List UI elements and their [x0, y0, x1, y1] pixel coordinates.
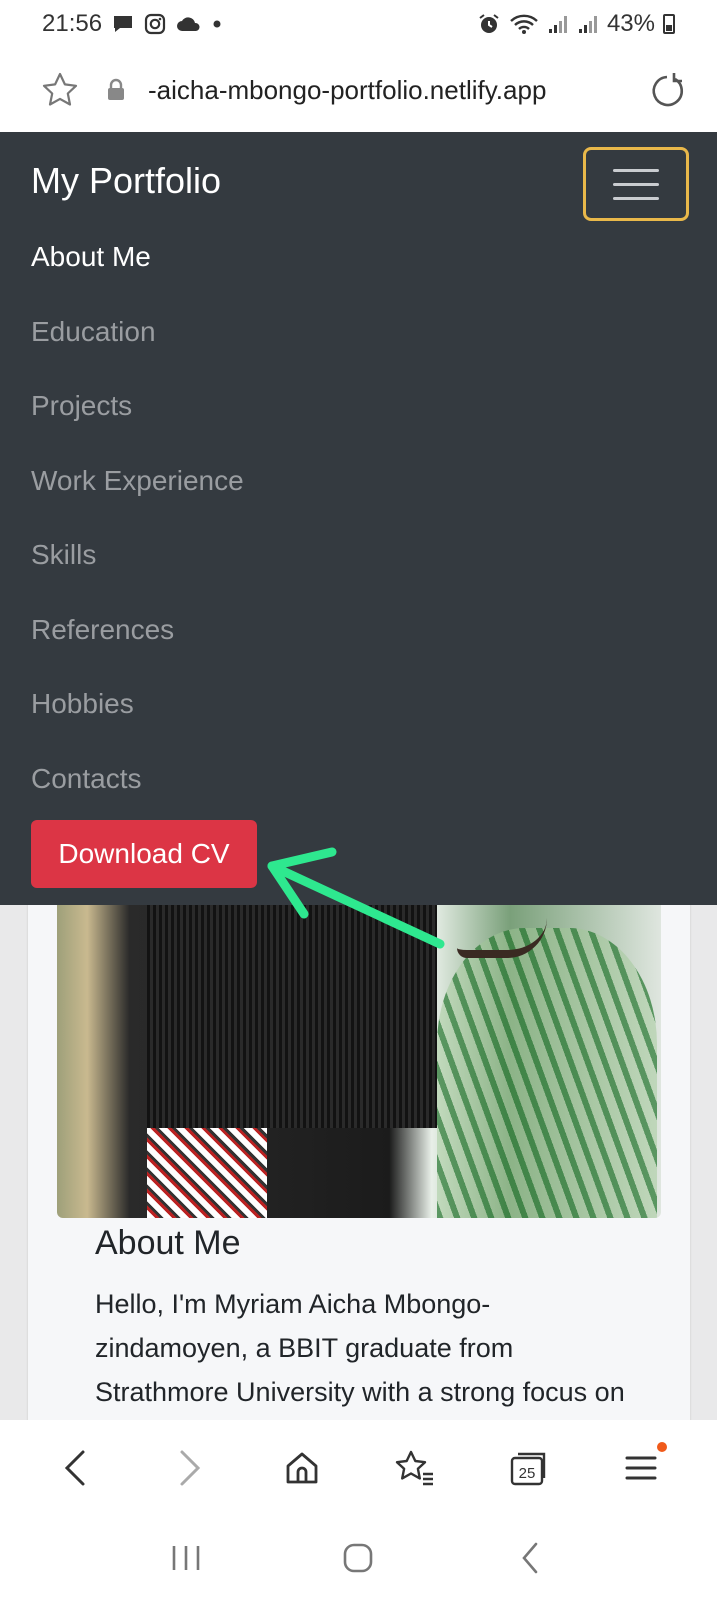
- nav-item-work-experience[interactable]: Work Experience: [31, 456, 244, 531]
- back-icon[interactable]: [501, 1528, 561, 1588]
- annotation-arrow-icon: [267, 847, 445, 949]
- wifi-icon: [509, 13, 539, 35]
- nav-item-skills[interactable]: Skills: [31, 530, 244, 605]
- status-time: 21:56: [42, 10, 103, 37]
- chat-icon: [112, 14, 134, 34]
- tabs-icon[interactable]: 25: [498, 1438, 558, 1498]
- dot-icon: [212, 19, 222, 29]
- navbar-toggler[interactable]: [583, 147, 689, 221]
- star-icon[interactable]: [40, 70, 80, 110]
- battery-icon: [663, 14, 675, 34]
- nav-item-education[interactable]: Education: [31, 307, 244, 382]
- bookmarks-icon[interactable]: [385, 1438, 445, 1498]
- navbar-brand[interactable]: My Portfolio: [31, 160, 221, 202]
- android-nav-bar: [0, 1516, 717, 1600]
- tab-count: 25: [518, 1465, 535, 1482]
- home-icon[interactable]: [272, 1438, 332, 1498]
- nav-item-hobbies[interactable]: Hobbies: [31, 679, 244, 754]
- notification-dot: [656, 1442, 667, 1452]
- photo-skirt: [147, 1128, 267, 1218]
- reload-icon[interactable]: [647, 70, 687, 110]
- download-cv-button[interactable]: Download CV: [31, 820, 257, 888]
- status-right: 43%: [477, 10, 675, 38]
- alarm-icon: [477, 12, 501, 36]
- nav-item-references[interactable]: References: [31, 605, 244, 680]
- lock-icon: [106, 78, 126, 102]
- home-button-icon[interactable]: [328, 1528, 388, 1588]
- url-bar[interactable]: -aicha-mbongo-portfolio.netlify.app: [0, 48, 717, 132]
- nav-item-contacts[interactable]: Contacts: [31, 754, 244, 829]
- instagram-icon: [144, 13, 166, 35]
- recents-icon[interactable]: [156, 1528, 216, 1588]
- cloud-icon: [176, 15, 202, 33]
- signal-icon: [547, 13, 569, 35]
- status-left: 21:56: [42, 10, 222, 38]
- url-text[interactable]: -aicha-mbongo-portfolio.netlify.app: [148, 75, 546, 106]
- nav-item-projects[interactable]: Projects: [31, 381, 244, 456]
- hamburger-line: [613, 196, 659, 200]
- back-icon[interactable]: [46, 1438, 106, 1498]
- forward-icon[interactable]: [159, 1438, 219, 1498]
- signal-icon: [577, 13, 599, 35]
- browser-toolbar: 25: [0, 1420, 717, 1516]
- nav-item-about-me[interactable]: About Me: [31, 232, 244, 307]
- hamburger-line: [613, 168, 659, 172]
- nav-list: About Me Education Projects Work Experie…: [31, 232, 244, 828]
- photo-plant: [437, 928, 657, 1218]
- status-bar: 21:56 43%: [0, 0, 717, 48]
- battery-percent: 43%: [606, 10, 655, 37]
- about-title: About Me: [95, 1224, 241, 1262]
- menu-icon[interactable]: [611, 1438, 671, 1498]
- hamburger-line: [613, 182, 659, 186]
- about-text: Hello, I'm Myriam Aicha Mbongo-zindamoye…: [95, 1289, 625, 1407]
- navbar: My Portfolio About Me Education Projects…: [0, 132, 717, 905]
- page-viewport: About Me Hello, I'm Myriam Aicha Mbongo-…: [0, 132, 717, 1420]
